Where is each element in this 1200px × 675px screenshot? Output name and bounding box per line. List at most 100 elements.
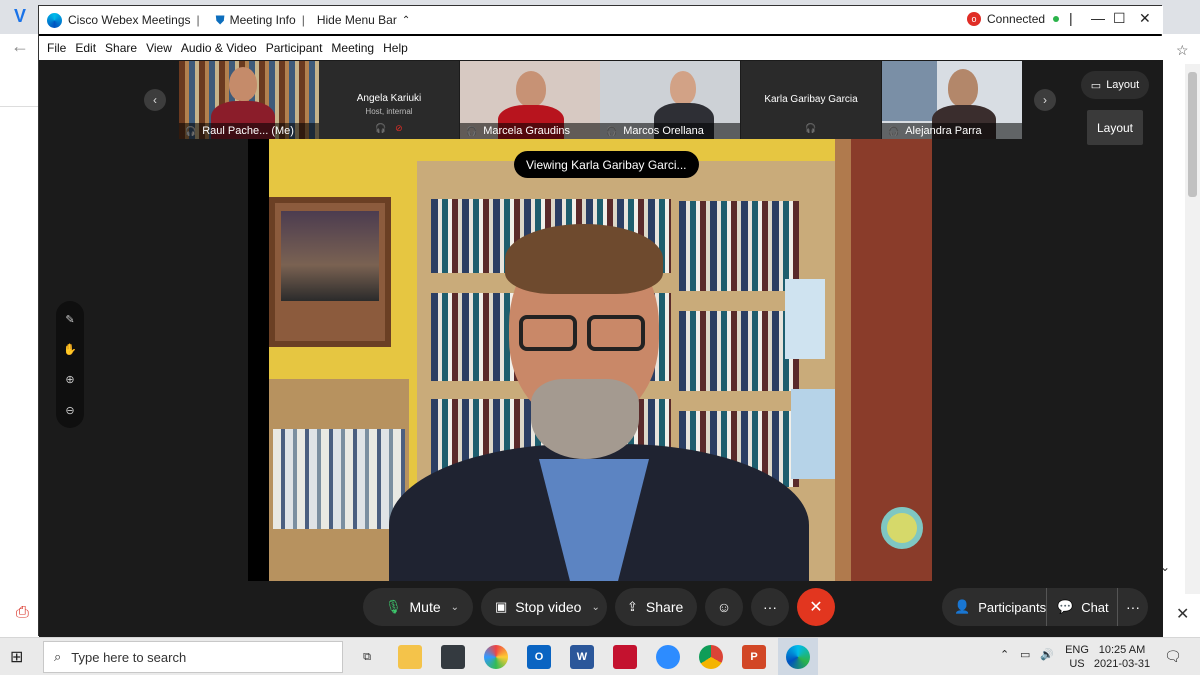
participant-tile-karla[interactable]: Karla Garibay Garcia 🎧 <box>741 61 881 139</box>
chat-button[interactable]: 💬 Chat <box>1047 588 1117 626</box>
outlook-icon[interactable]: O <box>527 645 551 669</box>
participants-label: Participants <box>978 599 1047 615</box>
panel-more-button[interactable]: ··· <box>1118 588 1148 626</box>
chevron-down-icon[interactable]: ⌄ <box>591 602 599 613</box>
input-language[interactable]: ENG US <box>1064 643 1090 671</box>
participant-tile-alejandra[interactable]: 🎧 Alejandra Parra <box>882 61 1022 139</box>
maximize-icon[interactable]: ☐ <box>1113 10 1126 27</box>
menu-help[interactable]: Help <box>383 41 408 55</box>
share-button[interactable]: ⇪ Share <box>615 588 697 626</box>
audio-status: 🎧 <box>741 123 881 134</box>
red-app-icon[interactable] <box>613 645 637 669</box>
volume-icon[interactable]: 🔊 <box>1040 648 1054 661</box>
video-tools-panel: ✎ ✋ ⊕ ⊖ <box>56 301 84 428</box>
menu-meeting[interactable]: Meeting <box>331 41 374 55</box>
taskbar-search[interactable]: ⌕ Type here to search <box>43 641 343 673</box>
menu-view[interactable]: View <box>146 41 172 55</box>
download-bar-close-icon[interactable]: ✕ <box>1176 604 1189 624</box>
tile-namebar: 🎧 Alejandra Parra <box>882 123 1022 139</box>
chevron-left-icon: ‹ <box>153 93 157 107</box>
browser-scroll-thumb[interactable] <box>1188 72 1197 197</box>
webex-logo-icon <box>47 12 62 28</box>
annotate-icon[interactable]: ✎ <box>56 313 84 326</box>
tray-expand-icon[interactable]: ⌃ <box>1000 648 1009 661</box>
webex-watermark-icon <box>881 507 923 549</box>
pdf-download-icon[interactable]: ⎙ <box>16 604 29 622</box>
participant-name: Karla Garibay Garcia <box>764 94 858 105</box>
participant-face <box>229 67 257 101</box>
task-view-icon[interactable]: ⧉ <box>355 645 379 669</box>
browser-bookmark-icon[interactable]: ☆ <box>1176 42 1189 59</box>
participant-name: Marcos Orellana <box>623 125 704 137</box>
close-window-icon[interactable]: ✕ <box>1139 10 1151 27</box>
stop-video-button[interactable]: ▣ Stop video ⌄ <box>481 588 607 626</box>
headset-icon: 🎧 <box>888 125 900 136</box>
webex-taskbar-icon[interactable] <box>786 645 810 669</box>
menu-share[interactable]: Share <box>105 41 137 55</box>
participant-name: Angela Kariuki <box>356 93 422 104</box>
hide-menu-bar-button[interactable]: Hide Menu Bar <box>317 13 397 27</box>
mute-label: Mute <box>409 599 441 615</box>
shield-icon[interactable]: ⛊ <box>216 13 225 28</box>
battery-icon[interactable]: ▭ <box>1020 648 1030 661</box>
reactions-button[interactable]: ☺ <box>705 588 743 626</box>
strip-next-button[interactable]: › <box>1034 89 1056 111</box>
file-explorer-icon[interactable] <box>398 645 422 669</box>
meeting-info-button[interactable]: Meeting Info <box>230 13 296 27</box>
zoom-icon[interactable] <box>656 645 680 669</box>
headset-icon: 🎧 <box>375 123 387 133</box>
browser-back-icon[interactable]: ← <box>11 36 29 57</box>
participant-tile-angela[interactable]: Angela Kariuki Host, internal 🎧 ⊘ <box>319 61 459 139</box>
menu-bar: File Edit Share View Audio & Video Parti… <box>39 36 1163 60</box>
more-options-button[interactable]: ··· <box>751 588 789 626</box>
smiley-icon: ☺ <box>716 599 732 615</box>
speaker-hair <box>505 224 663 294</box>
chrome-icon[interactable] <box>699 645 723 669</box>
connection-status[interactable]: o Connected <box>967 12 1060 26</box>
zoom-in-icon[interactable]: ⊕ <box>56 373 84 386</box>
app-title: Cisco Webex Meetings <box>68 13 191 27</box>
menu-participant[interactable]: Participant <box>266 41 323 55</box>
participant-face <box>670 71 696 105</box>
participants-button[interactable]: 👤 Participants <box>942 588 1046 626</box>
zoom-out-icon[interactable]: ⊖ <box>56 404 84 417</box>
store-icon[interactable] <box>441 645 465 669</box>
system-clock[interactable]: 10:25 AM 2021-03-31 <box>1092 643 1152 671</box>
microphone-icon: 🎙 <box>385 599 402 614</box>
layout-icon: ▭ <box>1090 79 1102 92</box>
layout-tooltip: Layout <box>1087 110 1143 145</box>
side-shelf <box>269 379 409 581</box>
participant-name: Marcela Graudins <box>483 125 571 137</box>
wall-map <box>882 61 937 121</box>
title-bar: Cisco Webex Meetings | ⛊ Meeting Info | … <box>39 6 1163 34</box>
participant-name: Raul Pache... (Me) <box>202 125 294 137</box>
stop-video-label: Stop video <box>515 599 582 615</box>
end-meeting-button[interactable]: ✕ <box>797 588 835 626</box>
menu-edit[interactable]: Edit <box>75 41 96 55</box>
participant-tile-marcos[interactable]: 🎧 Marcos Orellana <box>600 61 740 139</box>
participant-tile-raul[interactable]: 🎧 Raul Pache... (Me) <box>179 61 319 139</box>
windows-start-icon[interactable]: ⊞ <box>10 647 23 667</box>
photos-app-icon[interactable] <box>484 645 508 669</box>
layout-button[interactable]: ▭ Layout <box>1081 71 1149 99</box>
language-code: ENG <box>1065 644 1089 656</box>
notification-icon[interactable]: 🗨 <box>1164 648 1182 665</box>
word-icon[interactable]: W <box>570 645 594 669</box>
strip-prev-button[interactable]: ‹ <box>144 89 166 111</box>
minimize-icon[interactable]: — <box>1091 10 1105 26</box>
video-scene <box>269 139 932 581</box>
search-placeholder: Type here to search <box>71 649 187 665</box>
participant-tile-marcela[interactable]: 🎧 Marcela Graudins <box>460 61 600 139</box>
hand-icon[interactable]: ✋ <box>56 343 84 356</box>
mute-button[interactable]: 🎙 Mute ⌄ <box>363 588 473 626</box>
active-speaker-video[interactable] <box>248 139 932 581</box>
chat-label: Chat <box>1081 599 1109 615</box>
camera-icon: ▣ <box>495 599 508 614</box>
chevron-up-icon[interactable]: ⌃ <box>402 15 410 26</box>
audio-status: 🎧 ⊘ <box>319 123 459 134</box>
chevron-down-icon[interactable]: ⌄ <box>451 602 459 613</box>
powerpoint-icon[interactable]: P <box>742 645 766 669</box>
menu-file[interactable]: File <box>47 41 66 55</box>
participant-name: Alejandra Parra <box>905 125 982 137</box>
menu-audio-video[interactable]: Audio & Video <box>181 41 257 55</box>
